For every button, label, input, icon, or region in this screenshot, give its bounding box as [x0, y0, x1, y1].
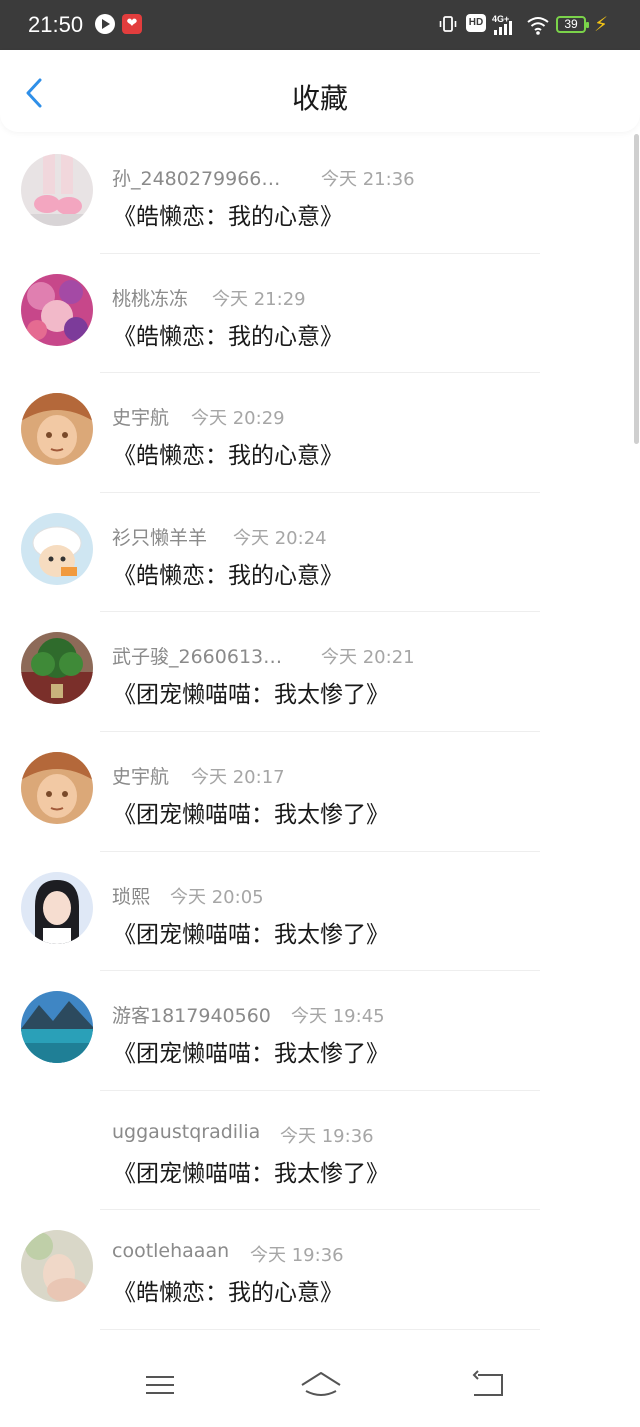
post-title: 《团宠懒喵喵：我太惨了》 [113, 1041, 389, 1068]
avatar [21, 632, 93, 705]
user-name: 桃桃冻冻 [112, 287, 189, 310]
status-time: 21:50 [28, 12, 84, 37]
list-item[interactable]: 琐熙 今天 20:05 《团宠懒喵喵：我太惨了》 [0, 852, 640, 972]
charging-icon: ⚡ [594, 12, 609, 36]
post-time: 今天 20:21 [321, 647, 415, 669]
divider [100, 1328, 540, 1330]
post-time: 今天 21:29 [212, 288, 306, 310]
user-name: 武子骏_2660613… [112, 646, 283, 669]
post-title: 《皓懒恋：我的心意》 [113, 204, 343, 230]
battery-icon: 39 [556, 16, 589, 33]
post-title: 《团宠懒喵喵：我太惨了》 [113, 1160, 389, 1187]
list-item[interactable]: uggaustqradilia 今天 19:36 《团宠懒喵喵：我太惨了》 [0, 1091, 640, 1211]
post-time: 今天 21:36 [321, 169, 415, 190]
page-title: 收藏 [291, 82, 348, 115]
user-name: 孙_2480279966… [112, 168, 281, 190]
user-name: cootlehaaan [112, 1240, 230, 1263]
avatar [21, 1230, 93, 1303]
hd-icon: HD [466, 14, 486, 32]
post-title: 《团宠懒喵喵：我太惨了》 [113, 801, 389, 828]
avatar [21, 154, 93, 226]
signal-icon: 4G+ [492, 14, 512, 35]
list-item[interactable]: cootlehaaan 今天 19:36 《皓懒恋：我的心意》 [0, 1210, 640, 1330]
home-icon[interactable] [298, 1367, 344, 1403]
status-bar: 21:50 ❤ HD 4G+ 39 ⚡ [0, 0, 640, 50]
favorites-list: 孙_2480279966… 今天 21:36 《皓懒恋：我的心意》 桃桃冻冻 今… [0, 134, 640, 1330]
post-title: 《皓懒恋：我的心意》 [113, 443, 343, 470]
avatar [21, 393, 93, 466]
post-time: 今天 20:29 [191, 408, 285, 430]
app-notification-icon: ❤ [122, 14, 142, 34]
post-time: 今天 19:36 [280, 1125, 374, 1147]
post-time: 今天 20:05 [170, 886, 264, 908]
list-item[interactable]: 衫只懒羊羊 今天 20:24 《皓懒恋：我的心意》 [0, 493, 640, 613]
svg-text:4G+: 4G+ [492, 14, 509, 24]
post-time: 今天 20:17 [191, 766, 285, 788]
list-item[interactable]: 桃桃冻冻 今天 21:29 《皓懒恋：我的心意》 [0, 254, 640, 374]
post-time: 今天 19:45 [291, 1006, 385, 1028]
wifi-icon [527, 17, 549, 35]
user-name: 琐熙 [112, 885, 151, 908]
menu-icon[interactable] [140, 1367, 180, 1403]
avatar [21, 512, 93, 585]
post-title: 《团宠懒喵喵：我太惨了》 [113, 682, 389, 709]
list-item[interactable]: 游客1817940560 今天 19:45 《团宠懒喵喵：我太惨了》 [0, 971, 640, 1091]
avatar [21, 991, 93, 1064]
list-item[interactable]: 史宇航 今天 20:29 《皓懒恋：我的心意》 [0, 373, 640, 493]
scrollbar[interactable] [634, 134, 639, 444]
list-item[interactable]: 武子骏_2660613… 今天 20:21 《团宠懒喵喵：我太惨了》 [0, 612, 640, 732]
post-title: 《团宠懒喵喵：我太惨了》 [113, 921, 389, 948]
header: 收藏 [0, 50, 640, 132]
post-title: 《皓懒恋：我的心意》 [113, 323, 343, 350]
avatar [21, 751, 93, 824]
list-item[interactable]: 孙_2480279966… 今天 21:36 《皓懒恋：我的心意》 [0, 134, 640, 254]
user-name: 史宇航 [112, 765, 170, 788]
play-icon [95, 14, 115, 34]
vibrate-icon [439, 16, 457, 32]
post-title: 《皓懒恋：我的心意》 [113, 1280, 343, 1307]
user-name: uggaustqradilia [112, 1120, 261, 1143]
avatar [21, 871, 93, 944]
post-time: 今天 19:36 [250, 1245, 344, 1267]
list-item[interactable]: 史宇航 今天 20:17 《团宠懒喵喵：我太惨了》 [0, 732, 640, 852]
back-nav-icon[interactable] [468, 1367, 508, 1403]
post-title: 《皓懒恋：我的心意》 [113, 562, 343, 589]
avatar [21, 273, 93, 346]
user-name: 游客1817940560 [112, 1005, 271, 1028]
post-time: 今天 20:24 [233, 527, 327, 549]
user-name: 史宇航 [112, 407, 170, 430]
system-nav-bar [0, 1345, 640, 1427]
user-name: 衫只懒羊羊 [112, 526, 208, 549]
